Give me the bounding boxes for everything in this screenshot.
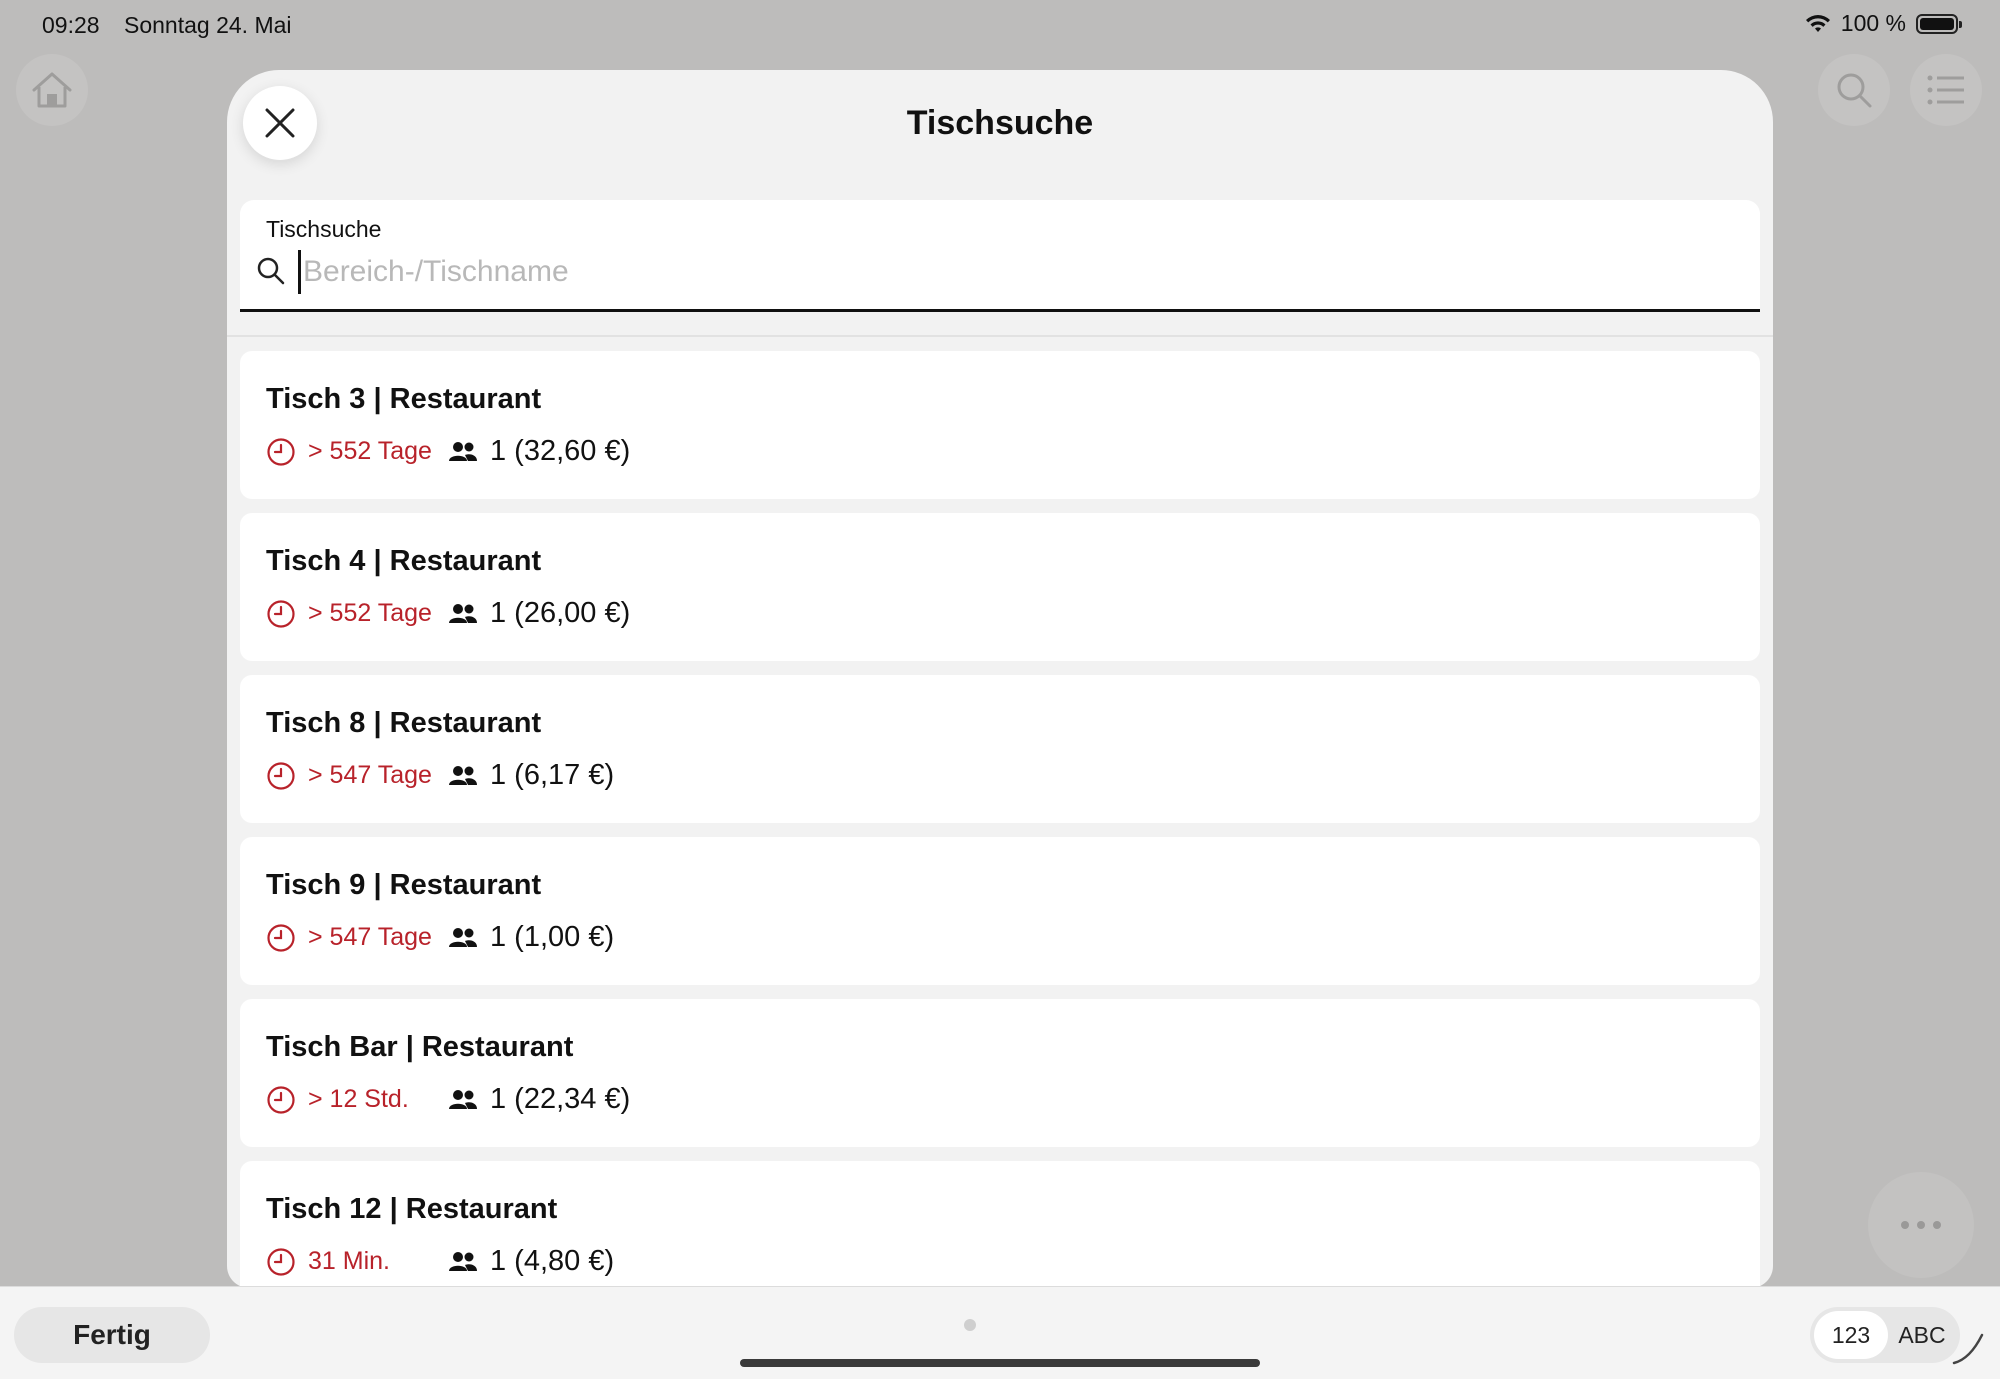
clock-icon bbox=[267, 761, 295, 790]
done-button[interactable]: Fertig bbox=[14, 1307, 210, 1363]
home-button[interactable] bbox=[16, 54, 88, 126]
status-date: Sonntag 24. Mai bbox=[124, 12, 292, 38]
table-search-modal: Tischsuche Tischsuche Tisch 3 | Restaura… bbox=[227, 70, 1773, 1288]
table-duration: > 552 Tage bbox=[308, 437, 432, 465]
table-name: Tisch 12 | Restaurant bbox=[266, 1193, 558, 1225]
table-row[interactable]: Tisch 4 | Restaurant > 552 Tage 1 (26,00… bbox=[240, 513, 1760, 661]
guests-icon bbox=[449, 1251, 477, 1271]
alpha-keyboard-option[interactable]: ABC bbox=[1888, 1311, 1956, 1359]
status-time: 09:28 bbox=[42, 12, 100, 38]
table-meta: > 547 Tage 1 (1,00 €) bbox=[266, 921, 614, 954]
table-name: Tisch Bar | Restaurant bbox=[266, 1031, 574, 1063]
table-name: Tisch 8 | Restaurant bbox=[266, 707, 542, 739]
table-guests: 1 (26,00 €) bbox=[490, 597, 631, 629]
home-icon bbox=[32, 72, 72, 108]
status-bar: 09:28 Sonntag 24. Mai 100 % bbox=[0, 0, 2000, 52]
table-row[interactable]: Tisch 9 | Restaurant > 547 Tage 1 (1,00 … bbox=[240, 837, 1760, 985]
table-list: Tisch 3 | Restaurant > 552 Tage 1 (32,60… bbox=[240, 351, 1760, 1288]
keyboard-dot bbox=[964, 1319, 976, 1331]
more-dots-icon bbox=[1901, 1221, 1909, 1229]
table-row[interactable]: Tisch 3 | Restaurant > 552 Tage 1 (32,60… bbox=[240, 351, 1760, 499]
table-row[interactable]: Tisch 12 | Restaurant 31 Min. 1 (4,80 €) bbox=[240, 1161, 1760, 1288]
table-meta: > 547 Tage 1 (6,17 €) bbox=[266, 759, 614, 792]
table-duration: > 547 Tage bbox=[308, 761, 432, 789]
table-guests: 1 (6,17 €) bbox=[490, 759, 615, 791]
more-button[interactable] bbox=[1868, 1172, 1974, 1278]
guests-icon bbox=[449, 927, 477, 947]
keyboard-accessory-bar: Fertig 123 ABC bbox=[0, 1286, 2000, 1379]
table-duration: > 552 Tage bbox=[308, 599, 432, 627]
divider bbox=[227, 335, 1773, 337]
background-search-button[interactable] bbox=[1818, 54, 1890, 126]
clock-icon bbox=[267, 923, 295, 952]
background-list-button[interactable] bbox=[1910, 54, 1982, 126]
search-field[interactable]: Tischsuche bbox=[240, 200, 1760, 312]
search-input[interactable] bbox=[298, 250, 1738, 294]
home-indicator[interactable] bbox=[740, 1359, 1260, 1367]
table-name: Tisch 3 | Restaurant bbox=[266, 383, 542, 415]
modal-title: Tischsuche bbox=[906, 104, 1094, 142]
battery-percent: 100 % bbox=[1840, 10, 1906, 36]
table-duration: 31 Min. bbox=[308, 1247, 390, 1275]
table-guests: 1 (32,60 €) bbox=[490, 435, 631, 467]
resize-handle-icon bbox=[1952, 1333, 1984, 1365]
clock-icon bbox=[267, 599, 295, 628]
list-icon bbox=[1927, 75, 1964, 105]
guests-icon bbox=[449, 1089, 477, 1109]
wifi-icon bbox=[1805, 14, 1830, 32]
table-guests: 1 (1,00 €) bbox=[490, 921, 615, 953]
guests-icon bbox=[449, 603, 477, 623]
table-duration: > 12 Std. bbox=[308, 1085, 409, 1113]
guests-icon bbox=[449, 765, 477, 785]
numeric-keyboard-option[interactable]: 123 bbox=[1814, 1311, 1888, 1359]
table-name: Tisch 4 | Restaurant bbox=[266, 545, 542, 577]
table-guests: 1 (4,80 €) bbox=[490, 1245, 615, 1277]
search-label: Tischsuche bbox=[266, 216, 382, 242]
table-meta: > 12 Std. 1 (22,34 €) bbox=[266, 1083, 630, 1116]
search-icon bbox=[257, 257, 285, 285]
battery-icon bbox=[1916, 13, 1962, 34]
clock-icon bbox=[267, 1085, 295, 1114]
table-duration: > 547 Tage bbox=[308, 923, 432, 951]
table-meta: 31 Min. 1 (4,80 €) bbox=[266, 1245, 614, 1278]
status-indicators: 100 % bbox=[1805, 10, 1962, 37]
table-row[interactable]: Tisch 8 | Restaurant > 547 Tage 1 (6,17 … bbox=[240, 675, 1760, 823]
table-guests: 1 (22,34 €) bbox=[490, 1083, 631, 1115]
clock-icon bbox=[267, 1247, 295, 1276]
guests-icon bbox=[449, 441, 477, 461]
clock-icon bbox=[267, 437, 295, 466]
table-meta: > 552 Tage 1 (32,60 €) bbox=[266, 435, 630, 468]
table-name: Tisch 9 | Restaurant bbox=[266, 869, 542, 901]
table-row[interactable]: Tisch Bar | Restaurant > 12 Std. 1 (22,3… bbox=[240, 999, 1760, 1147]
keyboard-mode-switch: 123 ABC bbox=[1810, 1307, 1960, 1363]
search-icon bbox=[1837, 73, 1872, 108]
table-meta: > 552 Tage 1 (26,00 €) bbox=[266, 597, 630, 630]
